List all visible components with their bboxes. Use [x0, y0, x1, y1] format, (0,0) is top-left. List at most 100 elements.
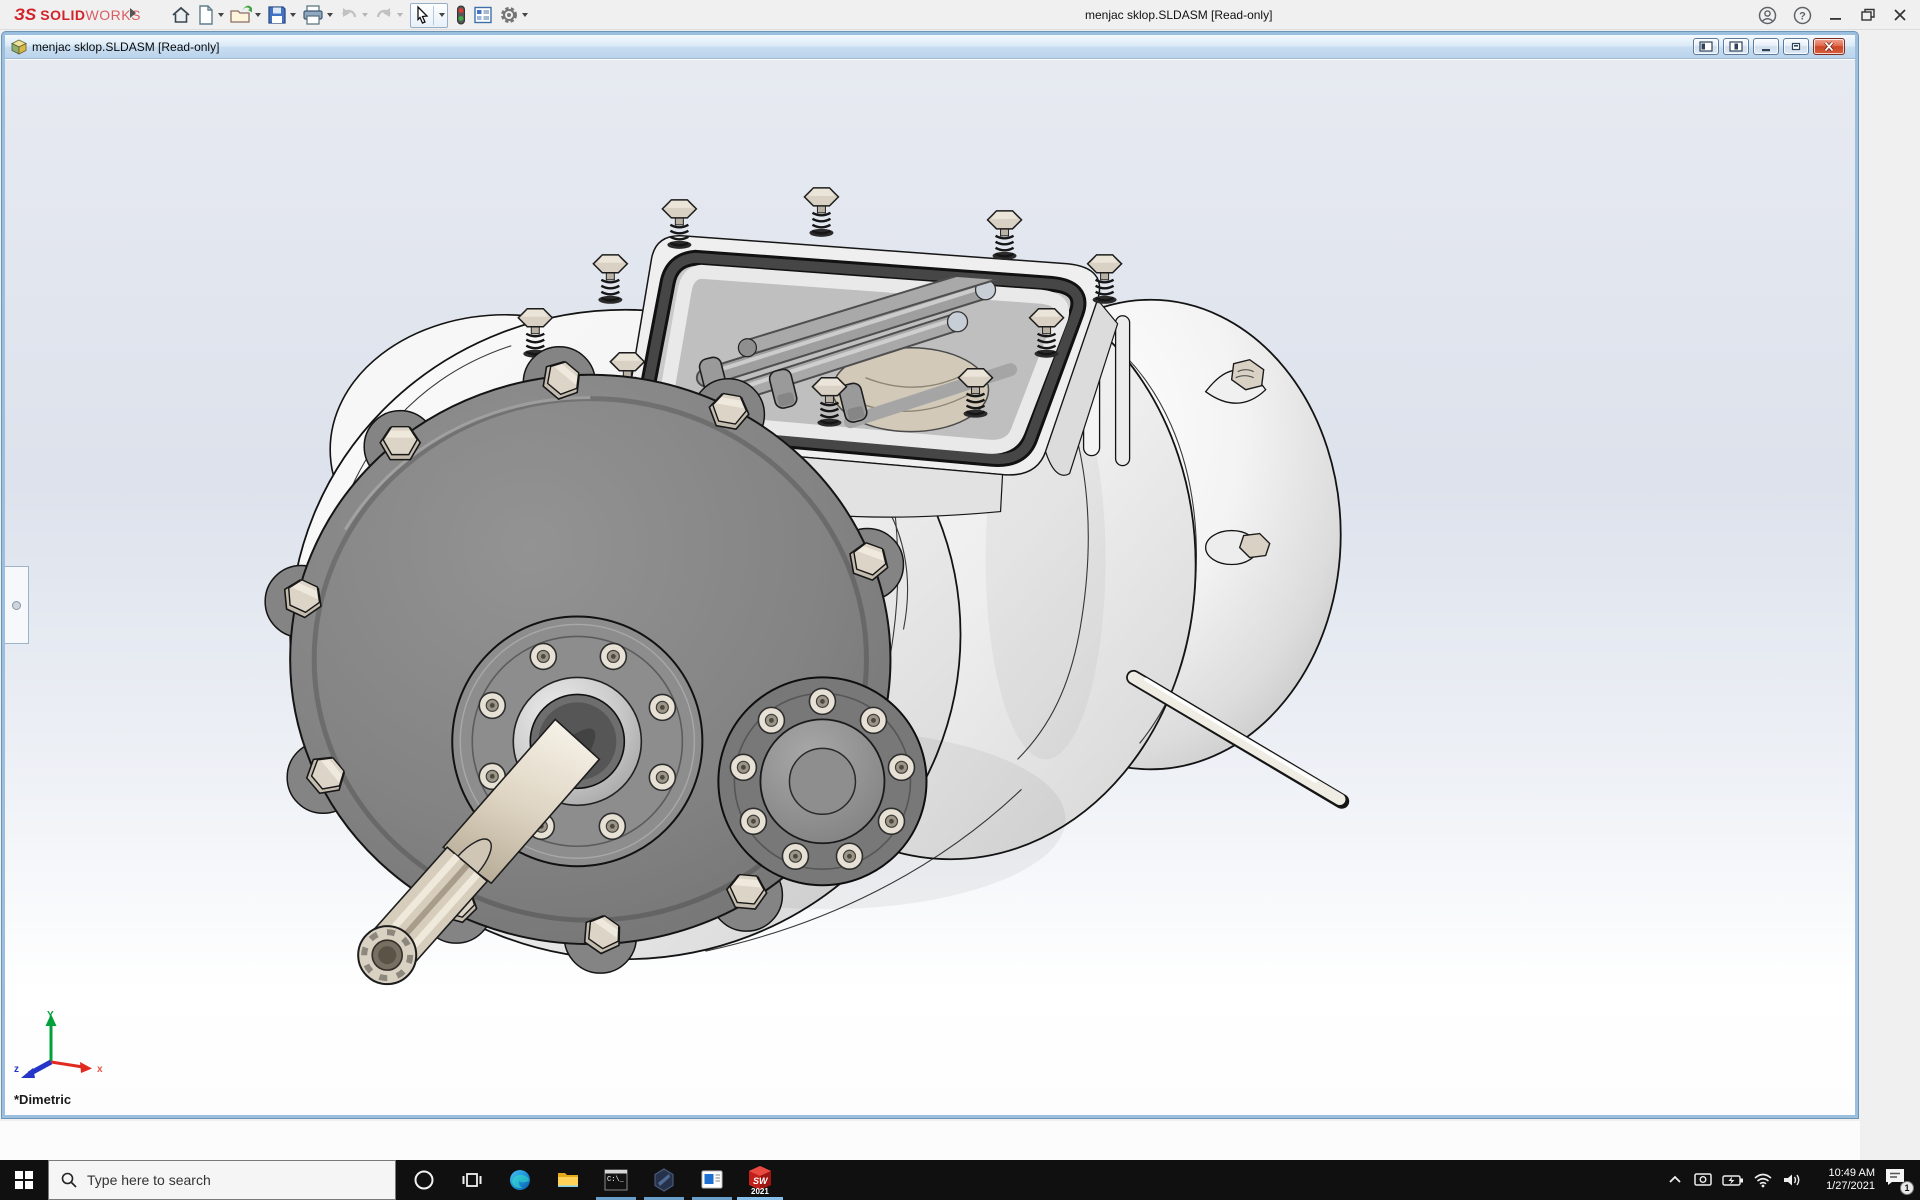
notification-badge: 1	[1900, 1181, 1914, 1195]
pane-left-icon	[1699, 41, 1713, 52]
select-arrow-icon	[413, 5, 431, 25]
home-button[interactable]	[168, 2, 194, 28]
solidworks-logo[interactable]: ЗS SOLID WORKS	[14, 5, 141, 25]
solidworks-2021-icon: SW 2021	[746, 1165, 774, 1195]
close-icon[interactable]	[1892, 7, 1908, 23]
document-minimize-icon	[1759, 41, 1773, 52]
wifi-icon[interactable]	[1753, 1172, 1773, 1188]
windows-taskbar: Type here to search	[0, 1160, 1920, 1200]
taskbar-edge[interactable]	[496, 1160, 544, 1200]
new-document-icon	[197, 5, 215, 25]
svg-text:C:\_: C:\_	[607, 1176, 625, 1184]
cortana-icon	[413, 1169, 435, 1191]
taskbar-cortana[interactable]	[400, 1160, 448, 1200]
assembly-document-icon	[11, 39, 27, 55]
pane-left-button[interactable]	[1693, 38, 1719, 55]
task-pane-button[interactable]	[470, 2, 496, 28]
graphics-viewport[interactable]: Y x z *Dimetric	[5, 60, 1855, 1115]
redo-icon	[374, 5, 394, 25]
taskbar-viewer-app[interactable]	[688, 1160, 736, 1200]
document-window: menjac sklop.SLDASM [Read-only]	[2, 32, 1858, 1118]
print-dropdown[interactable]	[327, 13, 333, 17]
open-folder-icon	[230, 5, 252, 25]
select-tool-button[interactable]	[410, 3, 448, 28]
statusbar-empty-area	[0, 1121, 1860, 1160]
clock-date: 1/27/2021	[1811, 1180, 1875, 1193]
document-titlebar[interactable]: menjac sklop.SLDASM [Read-only]	[5, 35, 1855, 59]
meet-now-icon[interactable]	[1693, 1172, 1713, 1188]
redo-button[interactable]	[371, 2, 406, 28]
taskbar-task-view[interactable]	[448, 1160, 496, 1200]
output-flange[interactable]	[718, 677, 926, 885]
axis-z-label: z	[14, 1064, 19, 1075]
taskbar-hexagon-app[interactable]	[640, 1160, 688, 1200]
resource-monitor-button[interactable]	[452, 2, 470, 28]
account-icon[interactable]	[1758, 6, 1777, 25]
taskbar-file-explorer[interactable]	[544, 1160, 592, 1200]
taskbar-solidworks[interactable]: SW 2021	[736, 1160, 784, 1200]
file-explorer-icon	[556, 1168, 580, 1192]
save-button[interactable]	[264, 2, 299, 28]
print-icon	[302, 5, 324, 25]
save-icon	[267, 5, 287, 25]
svg-text:SW: SW	[753, 1176, 769, 1186]
new-document-button[interactable]	[194, 2, 227, 28]
volume-icon[interactable]	[1782, 1172, 1802, 1188]
taskbar-command-prompt[interactable]: C:\_	[592, 1160, 640, 1200]
notification-center-button[interactable]: 1	[1884, 1167, 1910, 1193]
pane-split-icon	[1729, 41, 1743, 52]
help-icon[interactable]: ?	[1793, 6, 1812, 25]
undo-dropdown[interactable]	[362, 13, 368, 17]
clock-time: 10:49 AM	[1811, 1167, 1875, 1180]
taskbar-clock[interactable]: 10:49 AM 1/27/2021	[1811, 1167, 1875, 1193]
taskbar-search-input[interactable]: Type here to search	[48, 1160, 396, 1200]
select-tool-dropdown[interactable]	[439, 13, 445, 17]
select-tool-divider	[433, 6, 434, 25]
undo-icon	[339, 5, 359, 25]
minimize-icon[interactable]	[1828, 7, 1844, 23]
hidden-icons-chevron[interactable]	[1666, 1172, 1684, 1188]
gear-icon	[499, 5, 519, 25]
search-icon	[61, 1172, 77, 1188]
toolbar-flyout-arrow-icon[interactable]	[130, 8, 136, 18]
search-placeholder: Type here to search	[87, 1172, 211, 1188]
viewer-app-icon	[700, 1168, 724, 1192]
sw-year-label: 2021	[751, 1187, 769, 1195]
document-restore-icon	[1789, 41, 1803, 52]
document-minimize-button[interactable]	[1753, 38, 1779, 55]
hexagon-app-icon	[652, 1168, 676, 1192]
document-restore-button[interactable]	[1783, 38, 1809, 55]
redo-dropdown[interactable]	[397, 13, 403, 17]
start-button[interactable]	[0, 1160, 48, 1200]
battery-icon[interactable]	[1722, 1172, 1744, 1188]
save-dropdown[interactable]	[290, 13, 296, 17]
application-title: menjac sklop.SLDASM [Read-only]	[1085, 8, 1272, 22]
tab-handle-dot	[12, 601, 21, 610]
axis-x-label: x	[97, 1064, 103, 1075]
solidworks-desktop: ЗS SOLID WORKS	[0, 0, 1920, 1200]
options-dropdown[interactable]	[522, 13, 528, 17]
ds-logo-glyph: ЗS	[14, 5, 36, 25]
options-button[interactable]	[496, 2, 531, 28]
new-document-dropdown[interactable]	[218, 13, 224, 17]
open-dropdown[interactable]	[255, 13, 261, 17]
edge-icon	[508, 1168, 532, 1192]
spline-tip[interactable]	[358, 926, 416, 984]
restore-icon[interactable]	[1860, 7, 1876, 23]
gearbox-model[interactable]	[5, 60, 1855, 1115]
undo-button[interactable]	[336, 2, 371, 28]
open-button[interactable]	[227, 2, 264, 28]
document-close-icon	[1822, 41, 1836, 52]
view-orientation-label: *Dimetric	[14, 1092, 71, 1107]
axis-y-label: Y	[47, 1010, 54, 1021]
print-button[interactable]	[299, 2, 336, 28]
command-prompt-icon: C:\_	[604, 1168, 628, 1192]
task-view-icon	[461, 1169, 483, 1191]
document-close-button[interactable]	[1813, 38, 1845, 55]
feature-tree-collapsed-tab[interactable]	[5, 566, 29, 644]
pane-split-button[interactable]	[1723, 38, 1749, 55]
windows-logo-icon	[15, 1171, 33, 1189]
orientation-triad: Y x z	[13, 1008, 113, 1086]
main-toolbar: ЗS SOLID WORKS	[0, 0, 1920, 30]
traffic-light-icon	[455, 5, 467, 25]
